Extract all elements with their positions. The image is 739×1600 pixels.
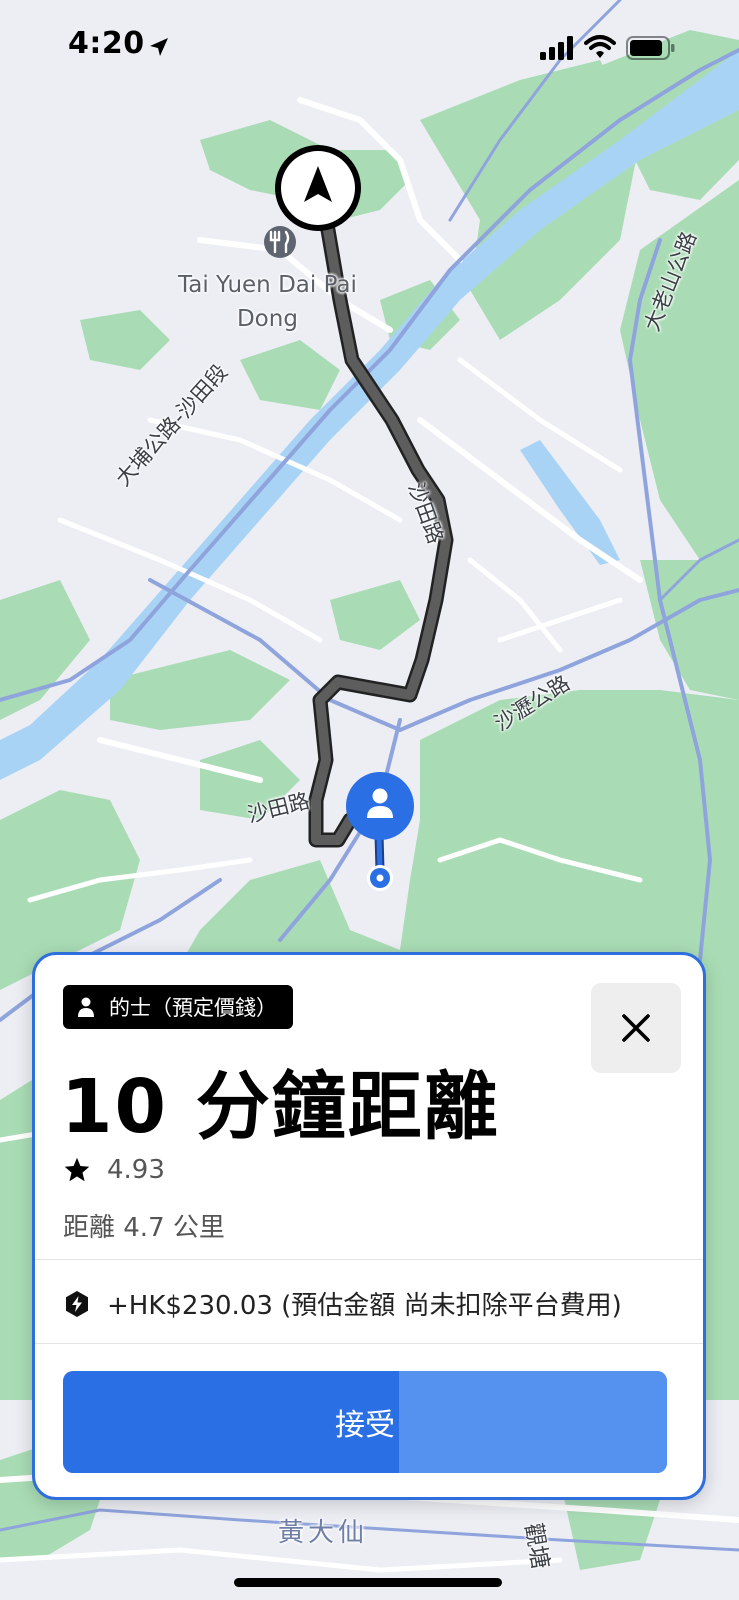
eta-headline: 10 分鐘距離 xyxy=(61,1064,500,1150)
status-bar: 4:20 xyxy=(0,0,739,90)
cellular-signal-icon xyxy=(540,36,573,60)
lightning-bolt-icon xyxy=(66,1290,88,1317)
restaurant-icon[interactable] xyxy=(264,226,296,258)
trip-request-card: 的士（預定價錢） 10 分鐘距離 4.93 距離 4.7 公里 +HK$230.… xyxy=(32,952,706,1500)
poi-label: Tai Yuen Dai Pai Dong xyxy=(178,272,357,332)
accept-button[interactable]: 接受 xyxy=(63,1371,667,1473)
person-icon xyxy=(78,997,94,1017)
accept-progress-fill xyxy=(399,1371,667,1473)
trip-type-badge: 的士（預定價錢） xyxy=(63,985,293,1029)
trip-distance: 距離 4.7 公里 xyxy=(63,1213,225,1243)
divider xyxy=(35,1343,703,1344)
fare-text: +HK$230.03 (預估金額 尚未扣除平台費用) xyxy=(107,1291,622,1321)
rating-value: 4.93 xyxy=(107,1155,165,1185)
star-icon xyxy=(64,1157,90,1182)
close-icon xyxy=(622,1014,650,1042)
wifi-icon xyxy=(584,35,616,58)
battery-icon xyxy=(626,36,675,60)
divider xyxy=(35,1259,703,1260)
district-label-wong-tai-sin: 黃大仙 xyxy=(278,1518,369,1548)
rider-rating: 4.93 xyxy=(63,1155,165,1185)
close-button[interactable] xyxy=(591,983,681,1073)
trip-type-label: 的士（預定價錢） xyxy=(109,996,277,1020)
home-indicator[interactable] xyxy=(234,1578,502,1587)
fare-estimate: +HK$230.03 (預估金額 尚未扣除平台費用) xyxy=(63,1285,622,1322)
status-time: 4:20 xyxy=(68,26,145,61)
navigation-arrow-icon xyxy=(275,145,361,231)
location-arrow-icon xyxy=(150,38,168,56)
accept-label: 接受 xyxy=(335,1408,395,1443)
